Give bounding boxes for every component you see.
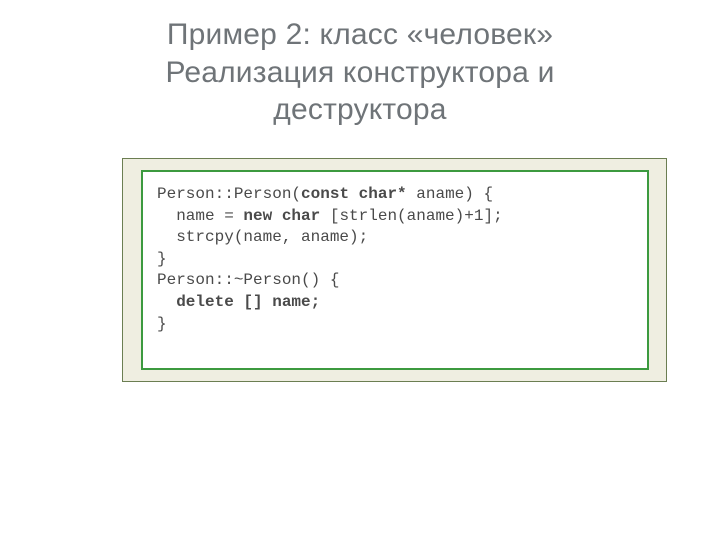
code-l3: strcpy(name, aname); (157, 228, 368, 246)
title-line-3: деструктора (273, 93, 446, 126)
code-l1a: Person::Person( (157, 185, 301, 203)
code-block: Person::Person(const char* aname) { name… (157, 184, 633, 335)
code-l5: Person::~Person() { (157, 271, 339, 289)
code-l1c: aname) { (407, 185, 493, 203)
title-line-1: Пример 2: класс «человек» (167, 18, 553, 51)
code-l7: } (157, 315, 167, 333)
slide-title: Пример 2: класс «человек» Реализация кон… (0, 0, 720, 129)
code-l6b: delete [] name; (176, 293, 320, 311)
title-line-2: Реализация конструктора и (165, 56, 554, 89)
code-l2c: [strlen(aname)+1]; (320, 207, 502, 225)
slide: Пример 2: класс «человек» Реализация кон… (0, 0, 720, 540)
code-l2b: new char (243, 207, 320, 225)
code-panel-inner: Person::Person(const char* aname) { name… (141, 170, 649, 370)
code-l4: } (157, 250, 167, 268)
code-l2a: name = (157, 207, 243, 225)
code-l6a (157, 293, 176, 311)
code-l1b: const char* (301, 185, 407, 203)
